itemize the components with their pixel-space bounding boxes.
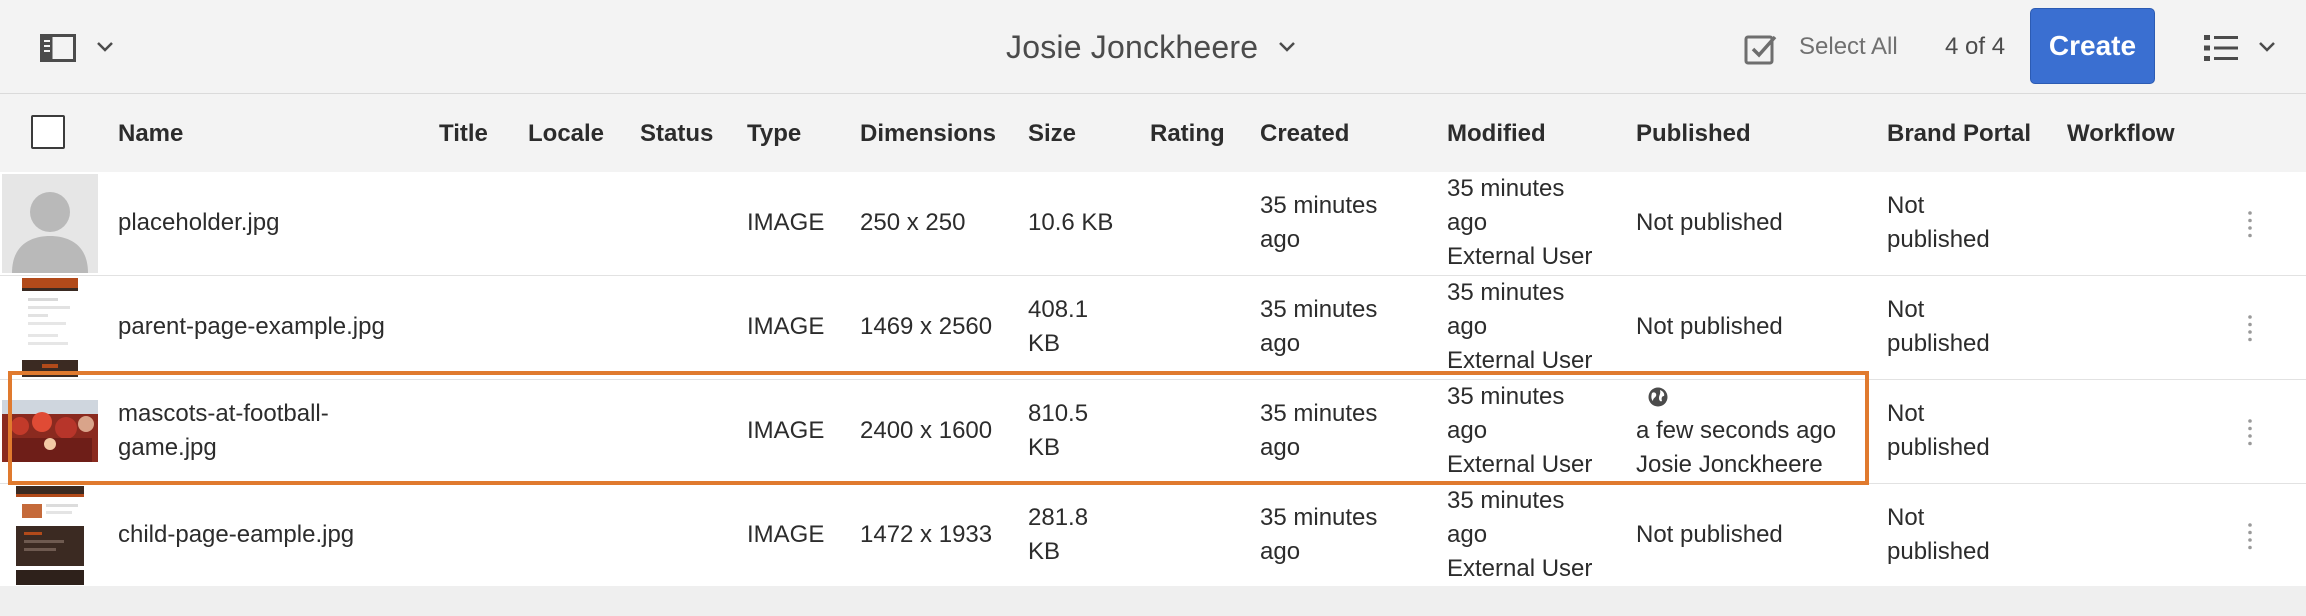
asset-name[interactable]: game.jpg (118, 431, 217, 465)
photo-preview-image (2, 382, 98, 481)
asset-name[interactable]: mascots-at-football- (118, 397, 329, 431)
page-title: Josie Jonckheere (1006, 28, 1259, 65)
asset-created: 35 minutes (1260, 192, 1378, 219)
asset-name[interactable]: placeholder.jpg (118, 206, 279, 240)
asset-created: ago (1260, 330, 1301, 357)
asset-modified: 35 minutes (1447, 487, 1565, 514)
asset-modified: 35 minutes (1447, 175, 1565, 202)
column-header-dimensions[interactable]: Dimensions (860, 118, 996, 150)
asset-modified-by: External User (1447, 555, 1593, 582)
user-avatar-icon (2, 174, 98, 273)
asset-size: KB (1028, 330, 1061, 357)
column-header-name[interactable]: Name (118, 118, 183, 150)
globe-icon (1648, 387, 1668, 407)
drag-handle-icon[interactable] (2245, 210, 2255, 238)
action-bar: Josie Jonckheere Select All 4 of 4 Creat… (0, 0, 2306, 94)
asset-size: 10.6 KB (1028, 209, 1114, 236)
asset-brand-portal: Not (1887, 400, 1925, 427)
table-row[interactable]: child-page-eample.jpg IMAGE 1472 x 1933 … (0, 484, 2306, 588)
chevron-down-icon[interactable] (96, 40, 114, 54)
thumbnail[interactable] (2, 278, 98, 377)
asset-modified-by: External User (1447, 347, 1593, 374)
asset-published: Not published (1636, 313, 1783, 340)
asset-modified-by: External User (1447, 243, 1593, 270)
asset-modified: ago (1447, 209, 1488, 236)
asset-modified: ago (1447, 521, 1488, 548)
asset-modified: 35 minutes (1447, 279, 1565, 306)
asset-type: IMAGE (747, 313, 825, 340)
asset-published: a few seconds ago (1636, 417, 1837, 444)
asset-dimensions: 1472 x 1933 (860, 521, 993, 548)
item-count: 4 of 4 (1945, 33, 2006, 60)
column-header-rating[interactable]: Rating (1150, 118, 1225, 150)
column-header-brand-portal[interactable]: Brand Portal (1887, 118, 2031, 150)
asset-size: 281.8 (1028, 504, 1089, 531)
asset-size: 810.5 (1028, 400, 1089, 427)
select-all-button[interactable]: Select All (1799, 30, 1898, 64)
asset-modified: ago (1447, 417, 1488, 444)
rail-toggle-icon[interactable] (40, 34, 76, 62)
column-header-modified[interactable]: Modified (1447, 118, 1546, 150)
asset-type: IMAGE (747, 209, 825, 236)
asset-created: 35 minutes (1260, 296, 1378, 323)
create-button[interactable]: Create (2030, 8, 2155, 84)
thumbnail[interactable] (2, 486, 98, 585)
column-header-status[interactable]: Status (640, 118, 713, 150)
asset-brand-portal: Not (1887, 192, 1925, 219)
asset-brand-portal: published (1887, 434, 1990, 461)
asset-size: KB (1028, 538, 1061, 565)
column-header-published[interactable]: Published (1636, 118, 1751, 150)
asset-brand-portal: published (1887, 226, 1990, 253)
column-header-locale[interactable]: Locale (528, 118, 604, 150)
asset-created: ago (1260, 226, 1301, 253)
page-preview-image (2, 486, 98, 585)
empty-list-area (0, 586, 2306, 616)
column-header-title[interactable]: Title (439, 118, 488, 150)
asset-created: ago (1260, 434, 1301, 461)
drag-handle-icon[interactable] (2245, 314, 2255, 342)
chevron-down-icon[interactable] (2258, 40, 2276, 54)
select-all-checkbox[interactable] (31, 115, 65, 149)
asset-brand-portal: published (1887, 538, 1990, 565)
drag-handle-icon[interactable] (2245, 418, 2255, 446)
thumbnail[interactable] (2, 382, 98, 481)
column-header-created[interactable]: Created (1260, 118, 1349, 150)
thumbnail[interactable] (2, 174, 98, 273)
asset-size: KB (1028, 434, 1061, 461)
column-header-type[interactable]: Type (747, 118, 801, 150)
asset-created: 35 minutes (1260, 400, 1378, 427)
table-header: Name Title Locale Status Type Dimensions… (0, 94, 2306, 173)
asset-modified: 35 minutes (1447, 383, 1565, 410)
drag-handle-icon[interactable] (2245, 522, 2255, 550)
table-row[interactable]: placeholder.jpg IMAGE 250 x 250 10.6 KB … (0, 172, 2306, 276)
asset-dimensions: 2400 x 1600 (860, 417, 993, 444)
asset-name[interactable]: parent-page-example.jpg (118, 310, 385, 344)
asset-brand-portal: Not (1887, 296, 1925, 323)
collection-title-dropdown[interactable]: Josie Jonckheere (1006, 24, 1296, 70)
column-header-workflow[interactable]: Workflow (2067, 118, 2175, 150)
asset-published-by: Josie Jonckheere (1636, 451, 1823, 478)
asset-created: ago (1260, 538, 1301, 565)
asset-dimensions: 250 x 250 (860, 209, 966, 236)
asset-name[interactable]: child-page-eample.jpg (118, 518, 354, 552)
checkbox-checked-icon[interactable] (1744, 31, 1778, 65)
asset-brand-portal: Not (1887, 504, 1925, 531)
asset-dimensions: 1469 x 2560 (860, 313, 993, 340)
asset-type: IMAGE (747, 417, 825, 444)
asset-modified: ago (1447, 313, 1488, 340)
asset-created: 35 minutes (1260, 504, 1378, 531)
chevron-down-icon (1279, 42, 1296, 52)
asset-type: IMAGE (747, 521, 825, 548)
table-row[interactable]: parent-page-example.jpg IMAGE 1469 x 256… (0, 276, 2306, 380)
table-row[interactable]: mascots-at-football- game.jpg IMAGE 2400… (0, 380, 2306, 484)
list-view-icon[interactable] (2204, 34, 2238, 62)
asset-brand-portal: published (1887, 330, 1990, 357)
asset-published: Not published (1636, 209, 1783, 236)
asset-published: Not published (1636, 521, 1783, 548)
column-header-size[interactable]: Size (1028, 118, 1076, 150)
asset-modified-by: External User (1447, 451, 1593, 478)
asset-size: 408.1 (1028, 296, 1089, 323)
page-preview-image (2, 278, 98, 377)
